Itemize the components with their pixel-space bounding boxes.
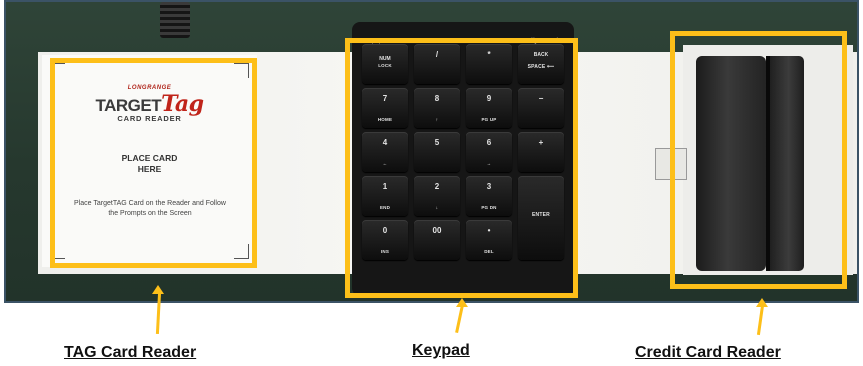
tag-card-reader-caption: TAG Card Reader: [64, 344, 197, 361]
keypad-caption: Keypad: [412, 342, 470, 359]
credit-card-reader-caption: Credit Card Reader: [635, 344, 781, 361]
ccr-arrow-head: [756, 298, 768, 307]
keypad-arrow-head: [456, 298, 468, 307]
tag-reader-highlight: [50, 58, 257, 268]
keypad-arrow-line: [455, 304, 464, 334]
cable-spring: [160, 2, 190, 38]
credit-card-reader-highlight: [670, 31, 847, 289]
tag-arrow-head: [152, 285, 164, 294]
keypad-highlight: [345, 38, 578, 298]
ccr-arrow-line: [756, 304, 765, 336]
